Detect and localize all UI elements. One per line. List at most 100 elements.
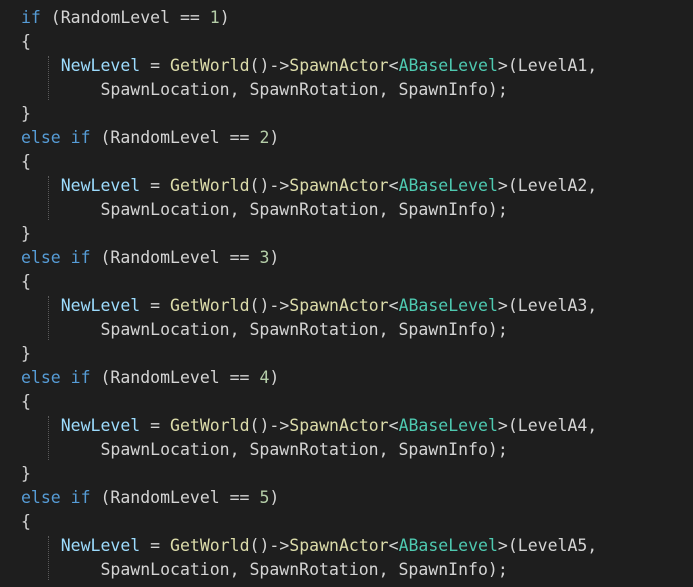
code-token: = [140,176,171,195]
code-token: NewLevel [60,176,141,195]
code-token: ()-> [249,56,290,75]
code-line: { [21,390,597,414]
code-token: = [140,56,171,75]
code-line: { [21,270,597,294]
code-token: >(LevelA1, [497,56,598,75]
code-token: SpawnActor [289,416,389,435]
code-line: NewLevel = GetWorld()->SpawnActor<ABaseL… [21,174,598,198]
code-token: (RandomLevel == [90,368,260,387]
code-token: >(LevelA3, [497,296,598,315]
code-token: ABaseLevel [398,416,498,435]
code-token: (RandomLevel == [90,488,260,507]
code-block[interactable]: if (RandomLevel == 1) { NewLevel = GetWor… [21,6,597,582]
code-token: { [21,32,31,51]
code-token: NewLevel [60,296,141,315]
code-token: 1 [209,8,220,27]
code-token: 5 [259,488,270,507]
indent-guide [48,56,49,100]
code-token: < [388,536,399,555]
code-token: ) [269,368,280,387]
code-token: } [21,464,31,483]
code-token: SpawnLocation, SpawnRotation, SpawnInfo)… [21,320,508,339]
code-line: { [21,150,597,174]
code-token: < [388,176,399,195]
code-line: } [21,342,597,366]
code-token: ) [219,8,230,27]
code-token: = [140,296,171,315]
code-token: 3 [259,248,270,267]
code-token: SpawnLocation, SpawnRotation, SpawnInfo)… [21,200,508,219]
code-token: NewLevel [60,536,141,555]
code-token: 4 [259,368,270,387]
code-line: } [21,462,597,486]
code-token: GetWorld [170,536,250,555]
code-token: SpawnActor [289,56,389,75]
code-token: ()-> [249,416,290,435]
code-token: SpawnActor [289,176,389,195]
code-line: else if (RandomLevel == 4) [21,366,597,390]
code-token: ABaseLevel [398,56,498,75]
code-token: ) [269,128,280,147]
code-token: GetWorld [170,56,250,75]
code-token: NewLevel [60,56,141,75]
code-token: < [388,296,399,315]
code-token: NewLevel [60,416,141,435]
code-token: ()-> [249,536,290,555]
code-token: ()-> [249,296,290,315]
code-line: } [21,102,597,126]
code-line: NewLevel = GetWorld()->SpawnActor<ABaseL… [21,54,598,78]
code-token: 2 [259,128,270,147]
code-line: NewLevel = GetWorld()->SpawnActor<ABaseL… [21,294,598,318]
code-token: = [140,416,171,435]
code-token: { [21,152,31,171]
code-token: ()-> [249,176,290,195]
code-line: else if (RandomLevel == 5) [21,486,597,510]
code-line: { [21,30,597,54]
code-token: ) [269,488,280,507]
code-token: if [21,8,41,27]
code-line: SpawnLocation, SpawnRotation, SpawnInfo)… [21,558,597,582]
code-token: GetWorld [170,296,250,315]
code-token: { [21,392,31,411]
code-token: >(LevelA5, [497,536,598,555]
code-token: (RandomLevel == [90,128,260,147]
code-token: { [21,512,31,531]
code-token: } [21,224,31,243]
code-token: SpawnLocation, SpawnRotation, SpawnInfo)… [21,560,508,579]
code-editor[interactable]: if (RandomLevel == 1) { NewLevel = GetWor… [0,0,693,587]
code-line: else if (RandomLevel == 2) [21,126,597,150]
code-line: SpawnLocation, SpawnRotation, SpawnInfo)… [21,78,597,102]
code-line: } [21,222,597,246]
code-line: SpawnLocation, SpawnRotation, SpawnInfo)… [21,318,597,342]
code-token: = [140,536,171,555]
code-token: < [388,416,399,435]
code-token: ABaseLevel [398,536,498,555]
code-token: GetWorld [170,176,250,195]
code-token: ABaseLevel [398,176,498,195]
code-token: (RandomLevel == [90,248,260,267]
code-token: SpawnLocation, SpawnRotation, SpawnInfo)… [21,440,508,459]
code-token: else if [21,488,91,507]
code-token: GetWorld [170,416,250,435]
code-line: NewLevel = GetWorld()->SpawnActor<ABaseL… [21,534,598,558]
code-token: >(LevelA4, [497,416,598,435]
code-line: else if (RandomLevel == 3) [21,246,597,270]
code-line: { [21,510,597,534]
code-token: ABaseLevel [398,296,498,315]
code-token: else if [21,368,91,387]
indent-guide [48,296,49,340]
code-token: else if [21,248,91,267]
indent-guide [48,536,49,580]
code-line: SpawnLocation, SpawnRotation, SpawnInfo)… [21,198,597,222]
code-token: SpawnActor [289,536,389,555]
code-line: if (RandomLevel == 1) [21,6,597,30]
code-token: SpawnActor [289,296,389,315]
code-token: } [21,344,31,363]
code-token: < [388,56,399,75]
code-token: ) [269,248,280,267]
code-line: SpawnLocation, SpawnRotation, SpawnInfo)… [21,438,597,462]
